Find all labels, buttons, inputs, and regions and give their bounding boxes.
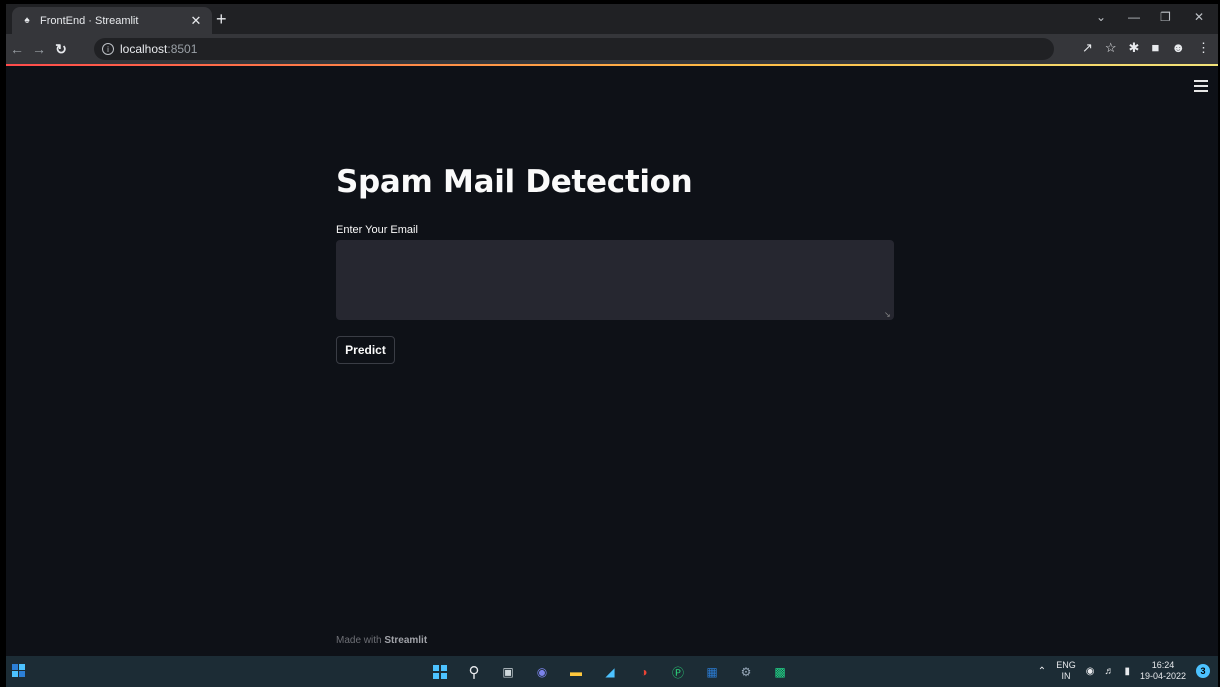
tab-search-icon[interactable]: ⌄ — [1096, 10, 1106, 24]
lang-code: ENG — [1056, 660, 1076, 670]
store-icon[interactable]: ◢ — [600, 662, 620, 682]
restore-icon[interactable]: ❐ — [1160, 10, 1171, 24]
pycharm-icon[interactable]: ▩ — [770, 662, 790, 682]
share-icon[interactable]: ↗ — [1082, 40, 1093, 56]
start-icon[interactable] — [430, 662, 450, 682]
reload-icon[interactable]: ↻ — [50, 41, 72, 58]
system-tray: ⌃ ENG IN ◉ ♬ ▮ 16:24 19-04-2022 3 — [1038, 660, 1210, 682]
toolbar-icons: ↗ ☆ ✱ ■ ☻ ⋮ — [1082, 40, 1210, 56]
footer-prefix: Made with — [336, 635, 385, 646]
settings-gear-icon[interactable]: ⚙ — [736, 662, 756, 682]
url-port: :8501 — [167, 42, 198, 56]
footer-streamlit-link[interactable]: Streamlit — [384, 635, 427, 646]
predict-button[interactable]: Predict — [336, 336, 395, 364]
clock-time: 16:24 — [1151, 660, 1175, 670]
battery-icon[interactable]: ▮ — [1124, 666, 1130, 677]
forward-icon[interactable]: → — [28, 41, 50, 57]
close-tab-icon[interactable]: ✕ — [188, 13, 204, 29]
browser-tab-strip: ♠ FrontEnd · Streamlit ✕ + ⌄ — ❐ ✕ — [6, 4, 1218, 34]
hamburger-menu-icon[interactable] — [1194, 80, 1208, 92]
footer: Made with Streamlit — [336, 635, 427, 646]
widgets-icon[interactable] — [12, 664, 26, 678]
page-title: Spam Mail Detection — [336, 164, 693, 200]
profile-avatar-icon[interactable]: ☻ — [1171, 40, 1185, 56]
word-icon[interactable]: ▦ — [702, 662, 722, 682]
screen: ♠ FrontEnd · Streamlit ✕ + ⌄ — ❐ ✕ ← → ↻… — [6, 4, 1218, 687]
file-explorer-icon[interactable]: ▬ — [566, 662, 586, 682]
chrome-icon[interactable]: ◑ — [634, 662, 654, 682]
resize-grip-icon[interactable]: ↘ — [884, 310, 891, 319]
windows-taskbar: ⚲ ▣ ◉ ▬ ◢ ◑ Ⓟ ▦ ⚙ ▩ ⌃ ENG IN ◉ ♬ ▮ 16:24… — [6, 656, 1218, 687]
wifi-icon[interactable]: ◉ — [1086, 666, 1095, 677]
email-label: Enter Your Email — [336, 224, 418, 236]
chat-icon[interactable]: ◉ — [532, 662, 552, 682]
url-host: localhost — [120, 42, 168, 56]
side-panel-icon[interactable]: ■ — [1151, 40, 1159, 56]
bookmark-star-icon[interactable]: ☆ — [1105, 40, 1117, 56]
clock[interactable]: 16:24 19-04-2022 — [1140, 660, 1186, 682]
lang-region: IN — [1061, 671, 1071, 681]
streamlit-app: Spam Mail Detection Enter Your Email ↘ P… — [6, 66, 1218, 656]
volume-icon[interactable]: ♬ — [1104, 666, 1114, 677]
task-view-icon[interactable]: ▣ — [498, 662, 518, 682]
browser-menu-icon[interactable]: ⋮ — [1197, 40, 1210, 56]
close-window-icon[interactable]: ✕ — [1194, 10, 1204, 24]
clock-date: 19-04-2022 — [1139, 671, 1186, 681]
back-icon[interactable]: ← — [6, 41, 28, 57]
chevron-up-icon[interactable]: ⌃ — [1038, 666, 1046, 677]
new-tab-icon[interactable]: + — [216, 10, 227, 28]
notification-badge[interactable]: 3 — [1196, 664, 1210, 678]
extensions-icon[interactable]: ✱ — [1129, 40, 1140, 56]
minimize-icon[interactable]: — — [1128, 10, 1140, 24]
streamlit-favicon-icon: ♠ — [24, 15, 30, 26]
email-textarea[interactable] — [336, 240, 894, 320]
address-bar[interactable]: i localhost :8501 — [94, 38, 1054, 60]
site-info-icon[interactable]: i — [102, 43, 114, 55]
browser-tab[interactable]: ♠ FrontEnd · Streamlit ✕ — [12, 7, 212, 34]
tab-title: FrontEnd · Streamlit — [40, 14, 139, 27]
upwork-icon[interactable]: Ⓟ — [668, 662, 688, 682]
search-icon[interactable]: ⚲ — [464, 662, 484, 682]
browser-toolbar: ← → ↻ i localhost :8501 ↗ ☆ ✱ ■ ☻ ⋮ — [6, 34, 1218, 64]
taskbar-apps: ⚲ ▣ ◉ ▬ ◢ ◑ Ⓟ ▦ ⚙ ▩ — [430, 662, 790, 682]
language-indicator[interactable]: ENG IN — [1056, 660, 1076, 682]
